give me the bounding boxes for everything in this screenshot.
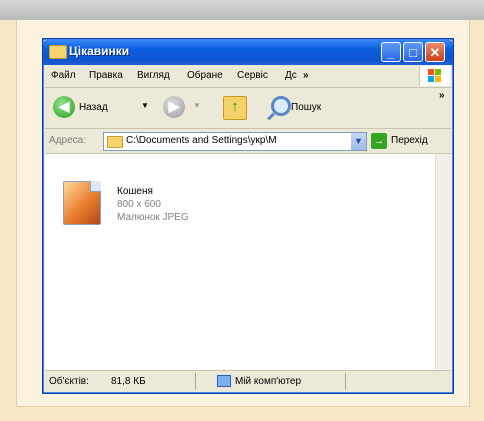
status-size: 81,8 КБ xyxy=(111,376,146,387)
menu-item-tools[interactable]: Сервіс xyxy=(237,70,268,81)
close-button[interactable]: ✕ xyxy=(425,42,445,62)
my-computer-icon xyxy=(217,375,231,387)
menu-item-edit[interactable]: Правка xyxy=(89,70,123,81)
back-arrow-icon[interactable]: ◀ xyxy=(53,96,75,118)
search-icon-handle xyxy=(267,112,275,121)
windows-logo-icon xyxy=(419,66,450,86)
address-dropdown-chevron-icon[interactable]: ▼ xyxy=(351,133,366,150)
go-arrow-icon[interactable]: → xyxy=(371,133,387,149)
toolbar-overflow-chevron-icon[interactable]: » xyxy=(439,90,445,101)
menu-item-favorites[interactable]: Обране xyxy=(187,70,223,81)
folder-up-icon[interactable]: ↑ xyxy=(223,96,247,120)
jpeg-file-icon[interactable] xyxy=(63,181,101,225)
window-title: Цікавинки xyxy=(69,44,130,58)
file-name[interactable]: Кошеня xyxy=(117,186,153,197)
status-bar: Об'єктів: 81,8 КБ Мій комп'ютер xyxy=(45,370,451,392)
status-divider xyxy=(345,373,346,390)
file-list-area[interactable]: Кошеня 800 x 600 Малюнок JPEG xyxy=(45,154,435,370)
status-objects-label: Об'єктів: xyxy=(49,376,89,387)
folder-icon xyxy=(107,136,123,148)
menu-bar: Файл Правка Вигляд Обране Сервіс Дс » xyxy=(45,65,451,88)
address-path[interactable]: C:\Documents and Settings\укр\М xyxy=(126,135,344,146)
forward-dropdown-icon[interactable]: ▼ xyxy=(193,101,201,110)
back-button-label[interactable]: Назад xyxy=(79,102,108,113)
menu-item-file[interactable]: Файл xyxy=(51,70,76,81)
back-dropdown-icon[interactable]: ▼ xyxy=(141,101,149,110)
status-location: Мій комп'ютер xyxy=(235,376,302,387)
address-bar: Адреса: C:\Documents and Settings\укр\М … xyxy=(45,129,451,154)
address-field[interactable]: C:\Documents and Settings\укр\М ▼ xyxy=(103,132,367,151)
address-label: Адреса: xyxy=(49,135,86,146)
forward-arrow-icon[interactable]: ▶ xyxy=(163,96,185,118)
menu-overflow-chevron-icon[interactable]: » xyxy=(303,70,309,81)
title-bar[interactable]: Цікавинки _ □ ✕ xyxy=(43,39,453,65)
standard-toolbar: ◀ Назад ▼ ▶ ▼ ↑ Пошук » xyxy=(45,88,451,129)
search-button-label[interactable]: Пошук xyxy=(291,102,321,113)
go-button-label[interactable]: Перехід xyxy=(391,135,428,146)
top-gray-bar xyxy=(0,0,484,20)
explorer-window: Цікавинки _ □ ✕ Файл Правка Вигляд Обран… xyxy=(42,38,454,394)
file-type: Малюнок JPEG xyxy=(117,212,189,223)
vertical-scrollbar[interactable] xyxy=(435,154,452,370)
maximize-button[interactable]: □ xyxy=(403,42,423,62)
status-divider xyxy=(195,373,196,390)
minimize-button[interactable]: _ xyxy=(381,42,401,62)
page-fold xyxy=(90,181,101,192)
folder-icon xyxy=(49,45,67,59)
menu-item-help[interactable]: Дс xyxy=(285,70,297,81)
file-dimensions: 800 x 600 xyxy=(117,199,161,210)
menu-item-view[interactable]: Вигляд xyxy=(137,70,170,81)
